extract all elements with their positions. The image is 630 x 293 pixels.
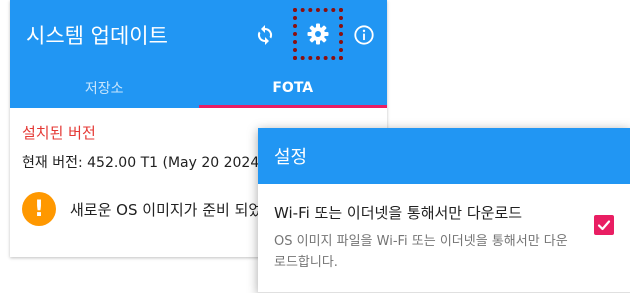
- app-bar: 시스템 업데이트 저장소 FOTA: [10, 0, 387, 108]
- sync-icon-graphic: [257, 25, 273, 45]
- info-icon-graphic: [354, 25, 374, 45]
- notice-text: 새로운 OS 이미지가 준비 되었: [70, 200, 263, 219]
- dialog-title: 설정: [258, 128, 630, 184]
- warning-icon: !: [22, 192, 56, 226]
- settings-button[interactable]: [293, 8, 343, 60]
- wifi-only-checkbox[interactable]: [594, 215, 614, 235]
- wifi-only-preference[interactable]: Wi-Fi 또는 이더넷을 통해서만 다운로드 OS 이미지 파일을 Wi-Fi…: [258, 184, 630, 273]
- check-icon: [597, 220, 611, 231]
- highlight-box: [293, 8, 343, 60]
- tab-fota[interactable]: FOTA: [198, 68, 388, 108]
- sync-icon[interactable]: [252, 22, 278, 48]
- info-icon[interactable]: [351, 22, 377, 48]
- preference-title: Wi-Fi 또는 이더넷을 통해서만 다운로드: [274, 204, 523, 222]
- preference-summary: OS 이미지 파일을 Wi-Fi 또는 이더넷을 통해서만 다운로드합니다.: [274, 234, 568, 270]
- tab-storage[interactable]: 저장소: [10, 68, 199, 108]
- settings-dialog: 설정 Wi-Fi 또는 이더넷을 통해서만 다운로드 OS 이미지 파일을 Wi…: [258, 128, 630, 293]
- tab-bar: 저장소 FOTA: [10, 68, 387, 108]
- app-title: 시스템 업데이트: [26, 24, 168, 48]
